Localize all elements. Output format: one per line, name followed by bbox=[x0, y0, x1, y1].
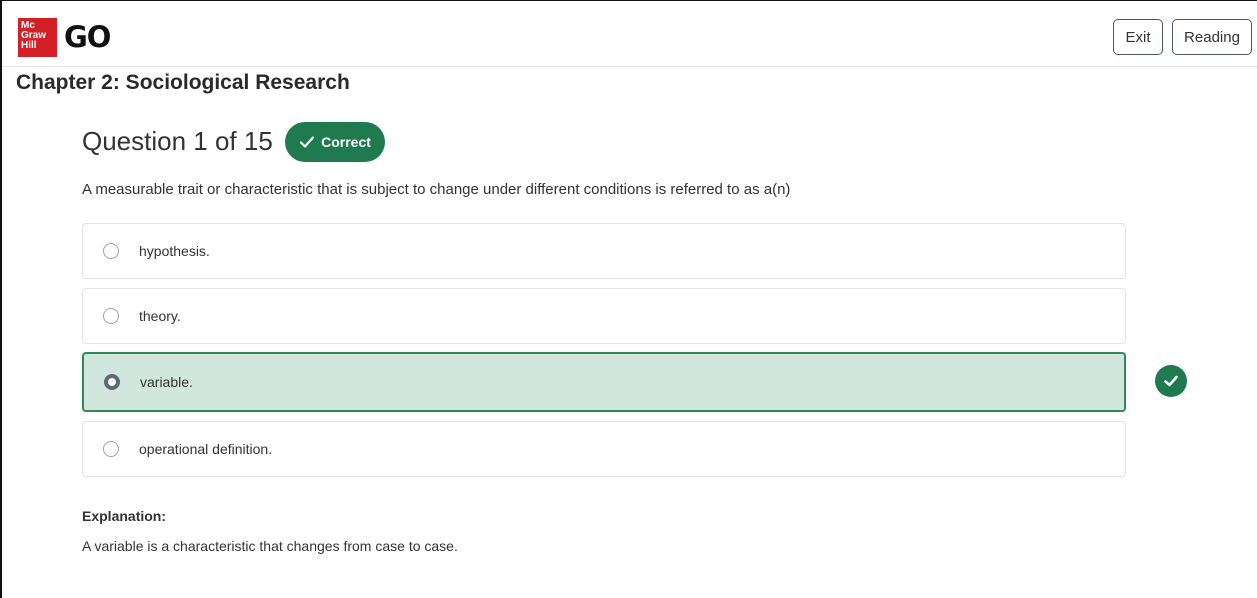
status-badge: Correct bbox=[285, 122, 385, 162]
radio-button[interactable] bbox=[103, 243, 119, 259]
radio-button[interactable] bbox=[103, 308, 119, 324]
logo-line-3: Hill bbox=[21, 40, 37, 51]
question-title: Question 1 of 15 bbox=[82, 126, 273, 156]
check-circle-icon bbox=[1155, 365, 1187, 397]
question-prompt: A measurable trait or characteristic tha… bbox=[82, 181, 791, 198]
answer-choice-2[interactable]: theory. bbox=[82, 288, 1126, 344]
explanation-heading: Explanation: bbox=[82, 508, 167, 524]
brand-name: GO bbox=[64, 20, 111, 54]
answer-choice-label: operational definition. bbox=[139, 441, 273, 457]
exit-button[interactable]: Exit bbox=[1113, 19, 1163, 55]
reading-button[interactable]: Reading bbox=[1172, 19, 1252, 55]
chapter-title: Chapter 2: Sociological Research bbox=[16, 71, 350, 94]
answer-choice-label: theory. bbox=[139, 308, 181, 324]
quiz-page: Mc Graw Hill GO Exit Reading Chapter 2: … bbox=[0, 0, 1257, 598]
checkmark-icon bbox=[299, 136, 315, 148]
status-badge-label: Correct bbox=[321, 134, 371, 150]
radio-button[interactable] bbox=[103, 441, 119, 457]
explanation-text: A variable is a characteristic that chan… bbox=[82, 538, 458, 554]
radio-button-selected[interactable] bbox=[104, 374, 120, 390]
answer-choice-3-selected[interactable]: variable. bbox=[82, 352, 1126, 412]
answer-choice-label: variable. bbox=[140, 374, 193, 390]
answer-choice-4[interactable]: operational definition. bbox=[82, 421, 1126, 477]
mcgraw-hill-logo: Mc Graw Hill bbox=[18, 18, 57, 57]
answer-choice-label: hypothesis. bbox=[139, 243, 210, 259]
top-header: Mc Graw Hill GO Exit Reading bbox=[2, 1, 1257, 67]
checkmark-icon bbox=[1164, 375, 1178, 387]
answer-choice-1[interactable]: hypothesis. bbox=[82, 223, 1126, 279]
